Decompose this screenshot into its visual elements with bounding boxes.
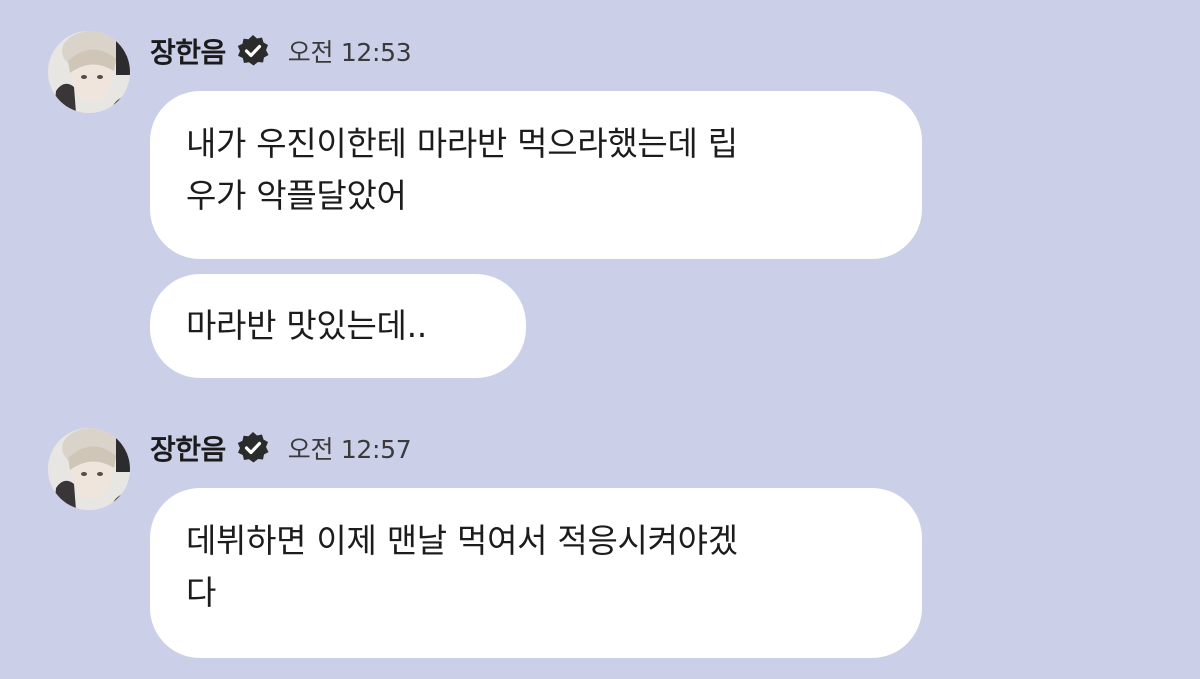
message-bubble[interactable]: 데뷔하면 이제 맨날 먹여서 적응시켜야겠 다 bbox=[150, 488, 922, 658]
message-text-line: 데뷔하면 이제 맨날 먹여서 적응시켜야겠 bbox=[186, 521, 738, 560]
avatar-photo-icon bbox=[48, 31, 130, 113]
message-text-line: 내가 우진이한테 마라반 먹으라했는데 립 bbox=[186, 124, 738, 163]
message-bubble[interactable]: 내가 우진이한테 마라반 먹으라했는데 립 우가 악플달았어 bbox=[150, 91, 922, 259]
avatar-photo-icon bbox=[48, 428, 130, 510]
message-text-line: 우가 악플달았어 bbox=[186, 176, 407, 215]
avatar[interactable] bbox=[48, 428, 130, 510]
timestamp: 오전 12:53 bbox=[287, 38, 412, 67]
message-group-1: 장한음 오전 12:53 내가 우진이한테 마라반 먹으라했는데 립 우가 악플… bbox=[0, 0, 1200, 400]
message-text-line: 다 bbox=[186, 573, 217, 612]
sender-name[interactable]: 장한음 bbox=[150, 428, 226, 468]
verified-badge-icon bbox=[236, 431, 270, 465]
message-bubble[interactable]: 마라반 맛있는데.. bbox=[150, 274, 526, 378]
avatar[interactable] bbox=[48, 31, 130, 113]
sender-row: 장한음 오전 12:57 bbox=[150, 428, 412, 468]
sender-row: 장한음 오전 12:53 bbox=[150, 31, 412, 71]
sender-name[interactable]: 장한음 bbox=[150, 31, 226, 71]
message-text-line: 마라반 맛있는데.. bbox=[186, 306, 427, 345]
verified-badge-icon bbox=[236, 34, 270, 68]
message-group-2: 장한음 오전 12:57 데뷔하면 이제 맨날 먹여서 적응시켜야겠 다 bbox=[0, 400, 1200, 679]
timestamp: 오전 12:57 bbox=[287, 435, 412, 464]
